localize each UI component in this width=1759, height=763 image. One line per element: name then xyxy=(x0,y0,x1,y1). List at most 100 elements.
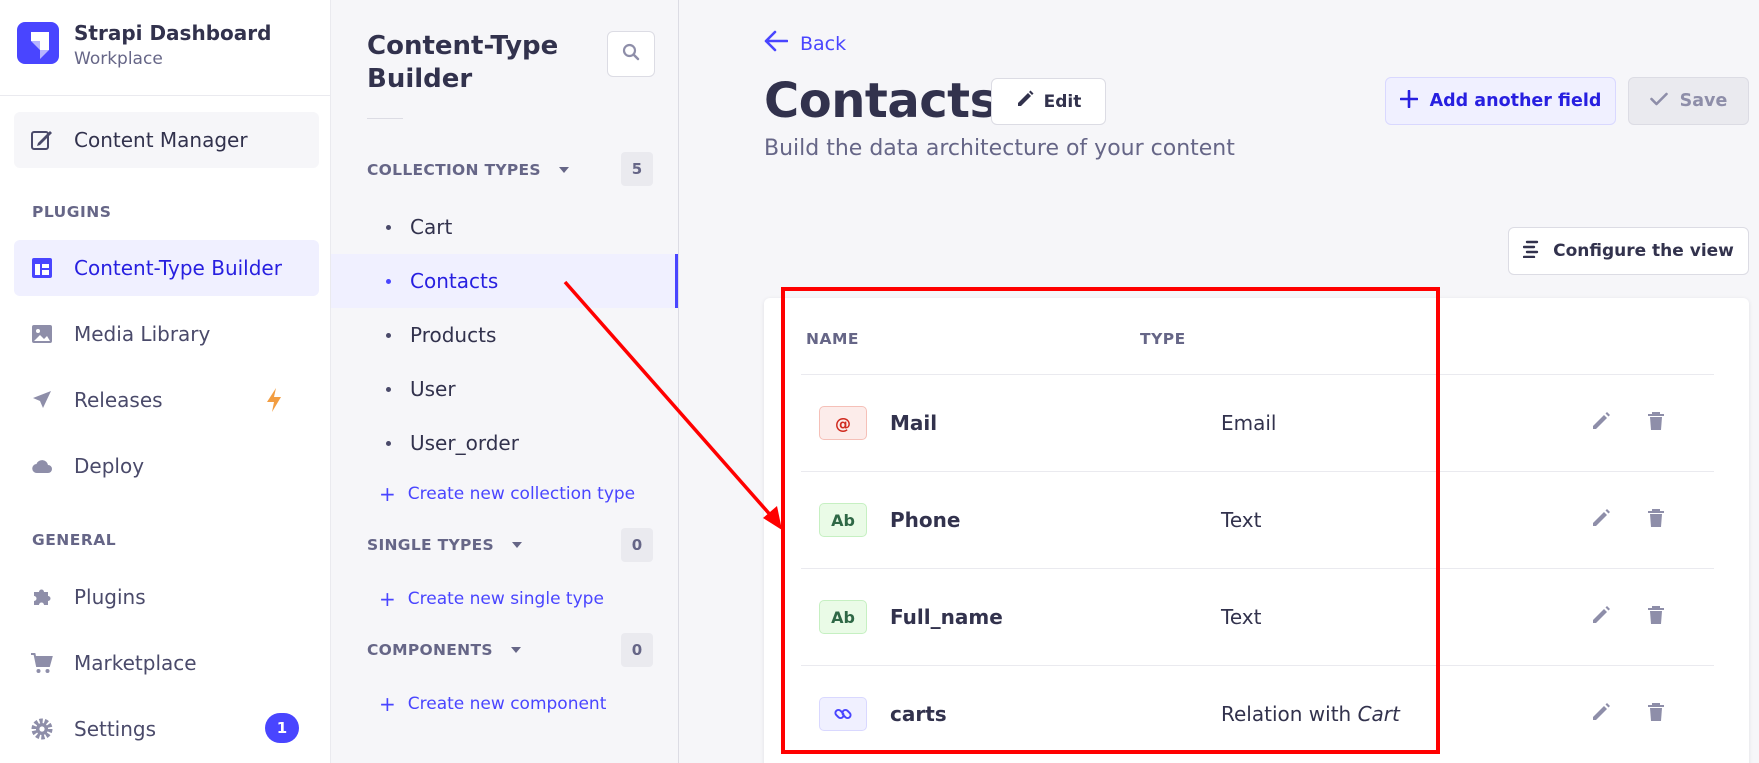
table-row: carts Relation with Cart xyxy=(801,666,1714,763)
nav-item-plugins[interactable]: Plugins xyxy=(14,569,319,625)
field-name: carts xyxy=(890,702,947,726)
nav-item-content-manager[interactable]: Content Manager xyxy=(14,112,319,168)
create-collection-type-link[interactable]: + Create new collection type xyxy=(379,484,635,504)
create-link-label: Create new single type xyxy=(407,589,604,609)
field-name: Mail xyxy=(890,411,938,435)
collection-types-count: 5 xyxy=(621,152,653,186)
subnav-divider xyxy=(367,118,403,119)
image-icon xyxy=(30,322,54,346)
components-toggle[interactable]: COMPONENTS xyxy=(367,641,521,659)
column-header-name: NAME xyxy=(806,330,859,348)
collection-item-user-order[interactable]: User_order xyxy=(331,416,678,470)
subnav-title: Content-Type Builder xyxy=(367,31,559,94)
feather-icon xyxy=(30,128,54,152)
plus-icon xyxy=(1399,89,1418,113)
page-subtitle: Build the data architecture of your cont… xyxy=(764,136,1235,161)
cloud-icon xyxy=(30,454,54,478)
back-link[interactable]: Back xyxy=(764,30,846,57)
collection-item-contacts[interactable]: Contacts xyxy=(331,254,678,308)
caret-down-icon xyxy=(510,647,521,653)
nav-item-label: Releases xyxy=(74,388,163,412)
plus-icon: + xyxy=(379,482,396,506)
nav-item-media-library[interactable]: Media Library xyxy=(14,306,319,362)
bullet-icon xyxy=(386,387,391,392)
arrow-left-icon xyxy=(764,30,789,57)
search-button[interactable] xyxy=(607,31,655,77)
field-type: Email xyxy=(1221,411,1277,435)
general-heading: GENERAL xyxy=(32,531,117,549)
field-name: Phone xyxy=(890,508,961,532)
nav-item-label: Plugins xyxy=(74,585,146,609)
edit-field-button[interactable] xyxy=(1589,411,1613,435)
nav-item-label: Content Manager xyxy=(74,128,248,152)
text-type-badge: Ab xyxy=(819,503,867,537)
nav-item-settings[interactable]: Settings 1 xyxy=(14,701,319,757)
field-type: Text xyxy=(1221,508,1262,532)
trash-icon xyxy=(1647,411,1665,435)
single-types-toggle[interactable]: SINGLE TYPES xyxy=(367,536,522,554)
nav-item-releases[interactable]: Releases xyxy=(14,372,319,428)
create-link-label: Create new component xyxy=(407,694,607,714)
nav-item-label: Content-Type Builder xyxy=(74,256,282,280)
search-icon xyxy=(622,43,640,65)
field-type: Relation with Cart xyxy=(1221,666,1400,763)
bullet-icon xyxy=(386,333,391,338)
create-link-label: Create new collection type xyxy=(407,484,636,504)
nav-item-label: Deploy xyxy=(74,454,145,478)
relation-target: Cart xyxy=(1357,702,1400,726)
table-row: Ab Phone Text xyxy=(801,472,1714,569)
plus-icon: + xyxy=(379,587,396,611)
create-single-type-link[interactable]: + Create new single type xyxy=(379,589,604,609)
layout-icon xyxy=(30,256,54,280)
collection-item-products[interactable]: Products xyxy=(331,308,678,362)
nav-item-deploy[interactable]: Deploy xyxy=(14,438,319,494)
collection-item-cart[interactable]: Cart xyxy=(331,200,678,254)
collection-item-label: User xyxy=(410,377,456,401)
collection-item-label: User_order xyxy=(410,431,519,455)
delete-field-button[interactable] xyxy=(1644,411,1668,435)
caret-down-icon xyxy=(558,167,569,173)
create-component-link[interactable]: + Create new component xyxy=(379,694,606,714)
edit-button[interactable]: Edit xyxy=(991,78,1106,125)
field-type: Text xyxy=(1221,605,1262,629)
nav-item-content-type-builder[interactable]: Content-Type Builder xyxy=(14,240,319,296)
email-type-badge: @ xyxy=(819,406,867,440)
save-label: Save xyxy=(1679,91,1728,111)
trash-icon xyxy=(1647,508,1665,532)
nav-item-label: Media Library xyxy=(74,322,211,346)
caret-down-icon xyxy=(512,542,522,548)
section-heading: COMPONENTS xyxy=(367,641,493,659)
link-icon xyxy=(819,697,867,731)
back-label: Back xyxy=(800,32,847,55)
delete-field-button[interactable] xyxy=(1644,702,1668,726)
pencil-icon xyxy=(1016,90,1034,113)
nav-item-marketplace[interactable]: Marketplace xyxy=(14,635,319,691)
cart-icon xyxy=(30,651,54,675)
delete-field-button[interactable] xyxy=(1644,508,1668,532)
trash-icon xyxy=(1647,605,1665,629)
pencil-icon xyxy=(1591,508,1611,532)
collection-item-label: Contacts xyxy=(410,269,499,293)
delete-field-button[interactable] xyxy=(1644,605,1668,629)
relation-prefix: Relation with xyxy=(1221,702,1352,726)
content-type-builder-subnav: Content-Type Builder COLLECTION TYPES 5 … xyxy=(331,0,679,763)
gear-icon xyxy=(30,717,54,741)
save-button[interactable]: Save xyxy=(1628,77,1749,125)
main-navigation: Strapi Dashboard Workplace Content Manag… xyxy=(0,0,331,763)
puzzle-icon xyxy=(30,585,54,609)
collection-types-toggle[interactable]: COLLECTION TYPES xyxy=(367,161,569,179)
edit-field-button[interactable] xyxy=(1589,702,1613,726)
edit-field-button[interactable] xyxy=(1589,508,1613,532)
paper-plane-icon xyxy=(30,388,54,412)
edit-label: Edit xyxy=(1043,91,1082,112)
add-another-field-button[interactable]: Add another field xyxy=(1385,77,1616,125)
pencil-icon xyxy=(1591,702,1611,726)
field-name: Full_name xyxy=(890,605,1003,629)
pencil-icon xyxy=(1591,605,1611,629)
bullet-icon xyxy=(386,279,391,284)
brand-subtitle: Workplace xyxy=(74,49,163,69)
edit-field-button[interactable] xyxy=(1589,605,1613,629)
single-types-count: 0 xyxy=(621,528,653,562)
collection-item-user[interactable]: User xyxy=(331,362,678,416)
configure-view-button[interactable]: Configure the view xyxy=(1508,227,1749,275)
